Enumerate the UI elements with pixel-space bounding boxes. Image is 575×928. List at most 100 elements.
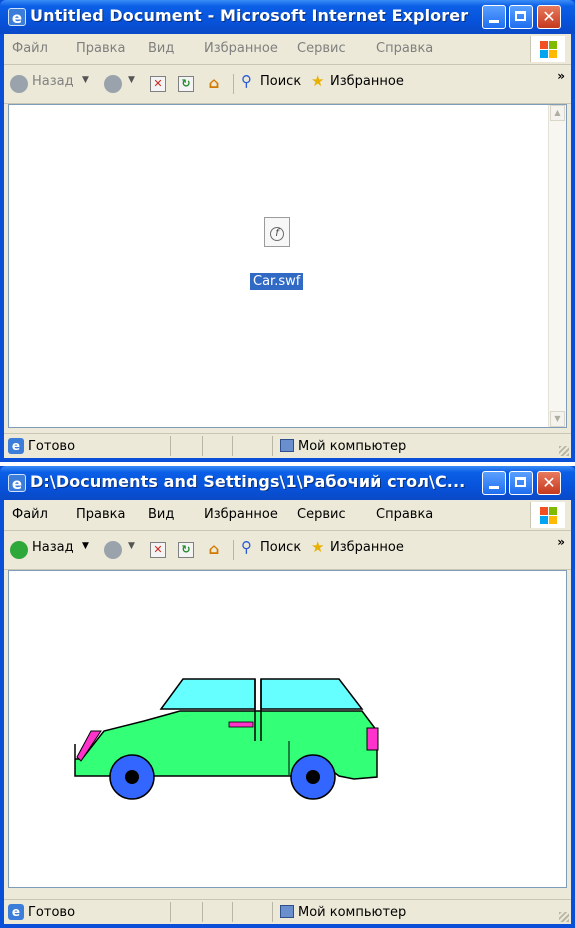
menu-bar: Файл Правка Вид Избранное Сервис Справка xyxy=(4,34,571,65)
close-icon: ✕ xyxy=(542,7,556,26)
status-divider xyxy=(202,902,203,922)
computer-zone-icon xyxy=(280,905,294,918)
ie-window-car: e D:\Documents and Settings\1\Рабочий ст… xyxy=(0,466,575,928)
flash-file-icon[interactable]: f xyxy=(264,217,290,247)
menu-edit[interactable]: Правка xyxy=(76,507,125,522)
close-button[interactable]: ✕ xyxy=(537,471,561,495)
title-bar[interactable]: e Untitled Document - Microsoft Internet… xyxy=(0,0,575,34)
status-divider xyxy=(272,436,273,456)
search-button[interactable]: Поиск xyxy=(260,540,301,555)
minimize-button[interactable] xyxy=(482,471,506,495)
scroll-up-icon[interactable]: ▲ xyxy=(550,105,565,121)
status-divider xyxy=(202,436,203,456)
menu-file[interactable]: Файл xyxy=(12,41,48,56)
home-icon[interactable]: ⌂ xyxy=(206,76,222,92)
menu-bar: Файл Правка Вид Избранное Сервис Справка xyxy=(4,500,571,531)
back-dropdown-icon[interactable]: ▼ xyxy=(82,75,89,85)
car-window-front xyxy=(159,678,256,710)
page-content: f Car.swf ▲ ▼ xyxy=(8,104,567,428)
toolbar: Назад ▼ ▼ ✕ ↻ ⌂ ⚲ Поиск ★ Избранное » xyxy=(4,531,571,570)
favorites-icon[interactable]: ★ xyxy=(311,72,324,90)
menu-tools[interactable]: Сервис xyxy=(297,41,346,56)
forward-dropdown-icon[interactable]: ▼ xyxy=(128,75,135,85)
back-button[interactable]: Назад xyxy=(32,540,74,555)
forward-icon[interactable] xyxy=(104,75,122,93)
menu-file[interactable]: Файл xyxy=(12,507,48,522)
back-dropdown-icon[interactable]: ▼ xyxy=(82,541,89,551)
back-icon[interactable] xyxy=(10,541,28,559)
menu-favorites[interactable]: Избранное xyxy=(204,41,278,56)
status-divider xyxy=(232,902,233,922)
toolbar-separator xyxy=(233,74,234,94)
window-title: Untitled Document - Microsoft Internet E… xyxy=(30,6,469,25)
status-divider xyxy=(170,436,171,456)
car-window-rear xyxy=(260,678,364,710)
status-text: Готово xyxy=(28,439,76,454)
search-icon[interactable]: ⚲ xyxy=(241,72,252,90)
ie-logo-icon: e xyxy=(8,8,26,27)
title-bar[interactable]: e D:\Documents and Settings\1\Рабочий ст… xyxy=(0,466,575,500)
maximize-button[interactable] xyxy=(509,5,533,29)
car-door-handle xyxy=(228,721,254,728)
toolbar-overflow-icon[interactable]: » xyxy=(557,69,565,83)
toolbar: Назад ▼ ▼ ✕ ↻ ⌂ ⚲ Поиск ★ Избранное » xyxy=(4,65,571,104)
computer-zone-icon xyxy=(280,439,294,452)
windows-logo-icon xyxy=(530,502,565,528)
security-zone: Мой компьютер xyxy=(298,905,407,920)
status-divider xyxy=(170,902,171,922)
stop-icon[interactable]: ✕ xyxy=(150,76,166,92)
favorites-button[interactable]: Избранное xyxy=(330,540,404,555)
forward-dropdown-icon[interactable]: ▼ xyxy=(128,541,135,551)
vertical-scrollbar[interactable]: ▲ ▼ xyxy=(548,105,566,427)
status-bar: e Готово Мой компьютер xyxy=(4,899,571,924)
toolbar-separator xyxy=(233,540,234,560)
forward-icon[interactable] xyxy=(104,541,122,559)
ie-logo-icon: e xyxy=(8,474,26,493)
page-icon: e xyxy=(8,904,24,920)
security-zone: Мой компьютер xyxy=(298,439,407,454)
status-text: Готово xyxy=(28,905,76,920)
menu-help[interactable]: Справка xyxy=(376,507,433,522)
car-front-hub xyxy=(125,770,139,784)
menu-view[interactable]: Вид xyxy=(148,41,174,56)
home-icon[interactable]: ⌂ xyxy=(206,542,222,558)
search-button[interactable]: Поиск xyxy=(260,74,301,89)
refresh-icon[interactable]: ↻ xyxy=(178,76,194,92)
page-icon: e xyxy=(8,438,24,454)
status-divider xyxy=(232,436,233,456)
resize-grip[interactable] xyxy=(559,446,569,456)
flash-car-drawing[interactable] xyxy=(9,571,566,887)
search-icon[interactable]: ⚲ xyxy=(241,538,252,556)
menu-help[interactable]: Справка xyxy=(376,41,433,56)
favorites-icon[interactable]: ★ xyxy=(311,538,324,556)
stop-icon[interactable]: ✕ xyxy=(150,542,166,558)
windows-logo-icon xyxy=(530,36,565,62)
window-frame: Файл Правка Вид Избранное Сервис Справка… xyxy=(4,34,571,458)
menu-tools[interactable]: Сервис xyxy=(297,507,346,522)
page-content xyxy=(8,570,567,888)
window-title: D:\Documents and Settings\1\Рабочий стол… xyxy=(30,472,466,491)
back-icon[interactable] xyxy=(10,75,28,93)
ie-window-untitled: e Untitled Document - Microsoft Internet… xyxy=(0,0,575,462)
refresh-icon[interactable]: ↻ xyxy=(178,542,194,558)
menu-view[interactable]: Вид xyxy=(148,507,174,522)
favorites-button[interactable]: Избранное xyxy=(330,74,404,89)
resize-grip[interactable] xyxy=(559,912,569,922)
maximize-button[interactable] xyxy=(509,471,533,495)
maximize-icon xyxy=(515,477,526,487)
scroll-down-icon[interactable]: ▼ xyxy=(550,411,565,427)
close-icon: ✕ xyxy=(542,473,556,492)
close-button[interactable]: ✕ xyxy=(537,5,561,29)
status-divider xyxy=(272,902,273,922)
minimize-button[interactable] xyxy=(482,5,506,29)
car-taillight xyxy=(366,727,379,751)
toolbar-overflow-icon[interactable]: » xyxy=(557,535,565,549)
menu-edit[interactable]: Правка xyxy=(76,41,125,56)
minimize-icon xyxy=(489,20,499,23)
file-name-label[interactable]: Car.swf xyxy=(250,273,304,290)
menu-favorites[interactable]: Избранное xyxy=(204,507,278,522)
status-bar: e Готово Мой компьютер xyxy=(4,433,571,458)
back-button[interactable]: Назад xyxy=(32,74,74,89)
car-rear-hub xyxy=(306,770,320,784)
maximize-icon xyxy=(515,11,526,21)
